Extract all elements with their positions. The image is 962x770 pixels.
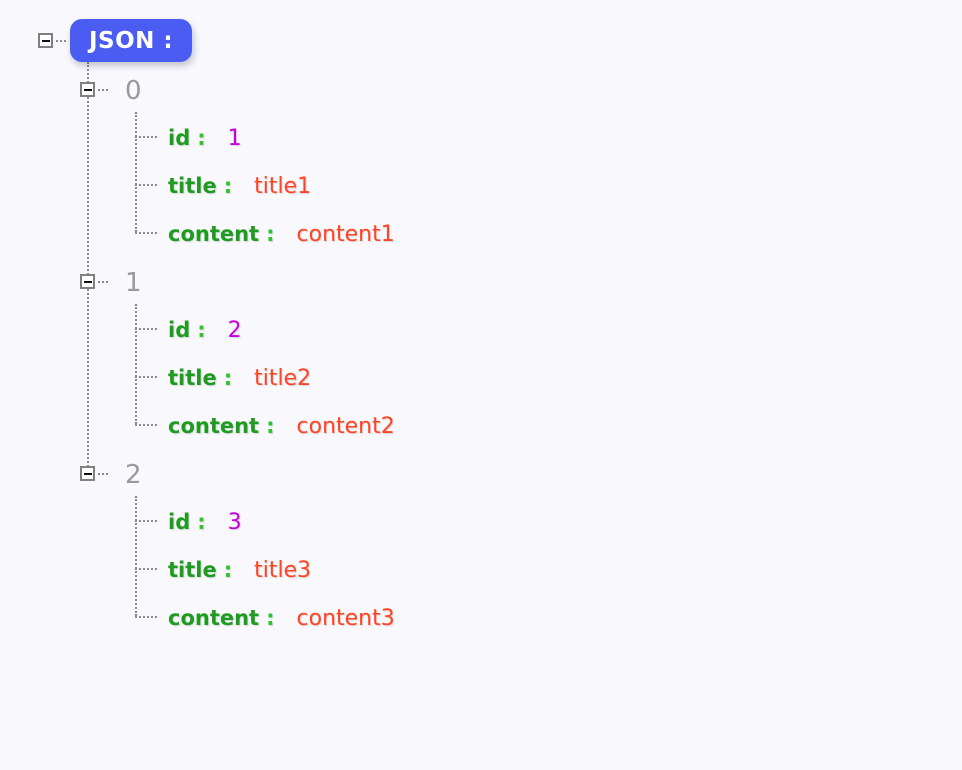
field-value: title2 bbox=[254, 366, 312, 391]
root-node-label: JSON : bbox=[89, 27, 174, 54]
field-colon: : bbox=[223, 366, 233, 390]
item-toggle-2-connector-dots bbox=[98, 473, 108, 477]
item-1-field-2-connector bbox=[135, 424, 157, 426]
minus-bar bbox=[83, 280, 92, 283]
field-key: id bbox=[168, 510, 191, 534]
field-value: title3 bbox=[254, 558, 312, 583]
item-1-field-1-connector bbox=[135, 376, 157, 378]
root-toggle-connector-dots bbox=[56, 40, 66, 44]
item-2-field-1-connector bbox=[135, 568, 157, 570]
item-1-field-0-connector bbox=[135, 328, 157, 330]
field-row[interactable]: id : 1 bbox=[168, 128, 242, 150]
field-key: title bbox=[168, 366, 217, 390]
field-row[interactable]: content : content2 bbox=[168, 416, 395, 438]
minus-bar bbox=[41, 39, 50, 42]
item-0-field-2-connector bbox=[135, 232, 157, 234]
item-0-field-1-connector bbox=[135, 184, 157, 186]
item-toggle-1-minus-square-icon[interactable] bbox=[80, 274, 95, 289]
root-toggle-minus-square-icon[interactable] bbox=[38, 33, 53, 48]
item-toggle-1-connector-dots bbox=[98, 281, 108, 285]
item-2-children-vertical-line bbox=[135, 496, 137, 616]
minus-bar bbox=[83, 88, 92, 91]
field-row[interactable]: title : title1 bbox=[168, 176, 311, 198]
field-row[interactable]: content : content1 bbox=[168, 224, 395, 246]
field-row[interactable]: title : title2 bbox=[168, 368, 311, 390]
field-value: 2 bbox=[227, 318, 242, 343]
field-value: 3 bbox=[227, 510, 242, 535]
field-colon: : bbox=[197, 510, 206, 534]
field-colon: : bbox=[197, 126, 206, 150]
root-vertical-line bbox=[87, 62, 89, 475]
field-value: content2 bbox=[296, 414, 395, 439]
root-node-badge[interactable]: JSON : bbox=[70, 19, 193, 62]
field-row[interactable]: content : content3 bbox=[168, 608, 395, 630]
field-value: title1 bbox=[254, 174, 312, 199]
field-key: content bbox=[168, 222, 260, 246]
item-2-field-2-connector bbox=[135, 616, 157, 618]
field-key: id bbox=[168, 318, 191, 342]
field-colon: : bbox=[197, 318, 206, 342]
field-colon: : bbox=[223, 174, 233, 198]
field-key: title bbox=[168, 558, 217, 582]
item-toggle-2-minus-square-icon[interactable] bbox=[80, 466, 95, 481]
json-tree-viewer: JSON : 0 id : 1 title : title1 content :… bbox=[0, 0, 962, 770]
field-key: title bbox=[168, 174, 217, 198]
item-toggle-0-connector-dots bbox=[98, 89, 108, 93]
field-value: content1 bbox=[296, 222, 395, 247]
field-key: content bbox=[168, 414, 260, 438]
field-value: content3 bbox=[296, 606, 395, 631]
field-value: 1 bbox=[227, 126, 242, 151]
item-0-field-0-connector bbox=[135, 136, 157, 138]
item-2-field-0-connector bbox=[135, 520, 157, 522]
item-0-children-vertical-line bbox=[135, 112, 137, 232]
field-key: content bbox=[168, 606, 260, 630]
field-colon: : bbox=[266, 606, 275, 630]
array-index-label-0: 0 bbox=[125, 76, 142, 106]
field-row[interactable]: id : 3 bbox=[168, 512, 242, 534]
field-colon: : bbox=[223, 558, 233, 582]
minus-bar bbox=[83, 472, 92, 475]
field-row[interactable]: id : 2 bbox=[168, 320, 242, 342]
item-toggle-0-minus-square-icon[interactable] bbox=[80, 82, 95, 97]
array-index-label-1: 1 bbox=[125, 268, 142, 298]
item-1-children-vertical-line bbox=[135, 304, 137, 424]
array-index-label-2: 2 bbox=[125, 460, 142, 490]
field-key: id bbox=[168, 126, 191, 150]
field-row[interactable]: title : title3 bbox=[168, 560, 311, 582]
field-colon: : bbox=[266, 222, 275, 246]
field-colon: : bbox=[266, 414, 275, 438]
